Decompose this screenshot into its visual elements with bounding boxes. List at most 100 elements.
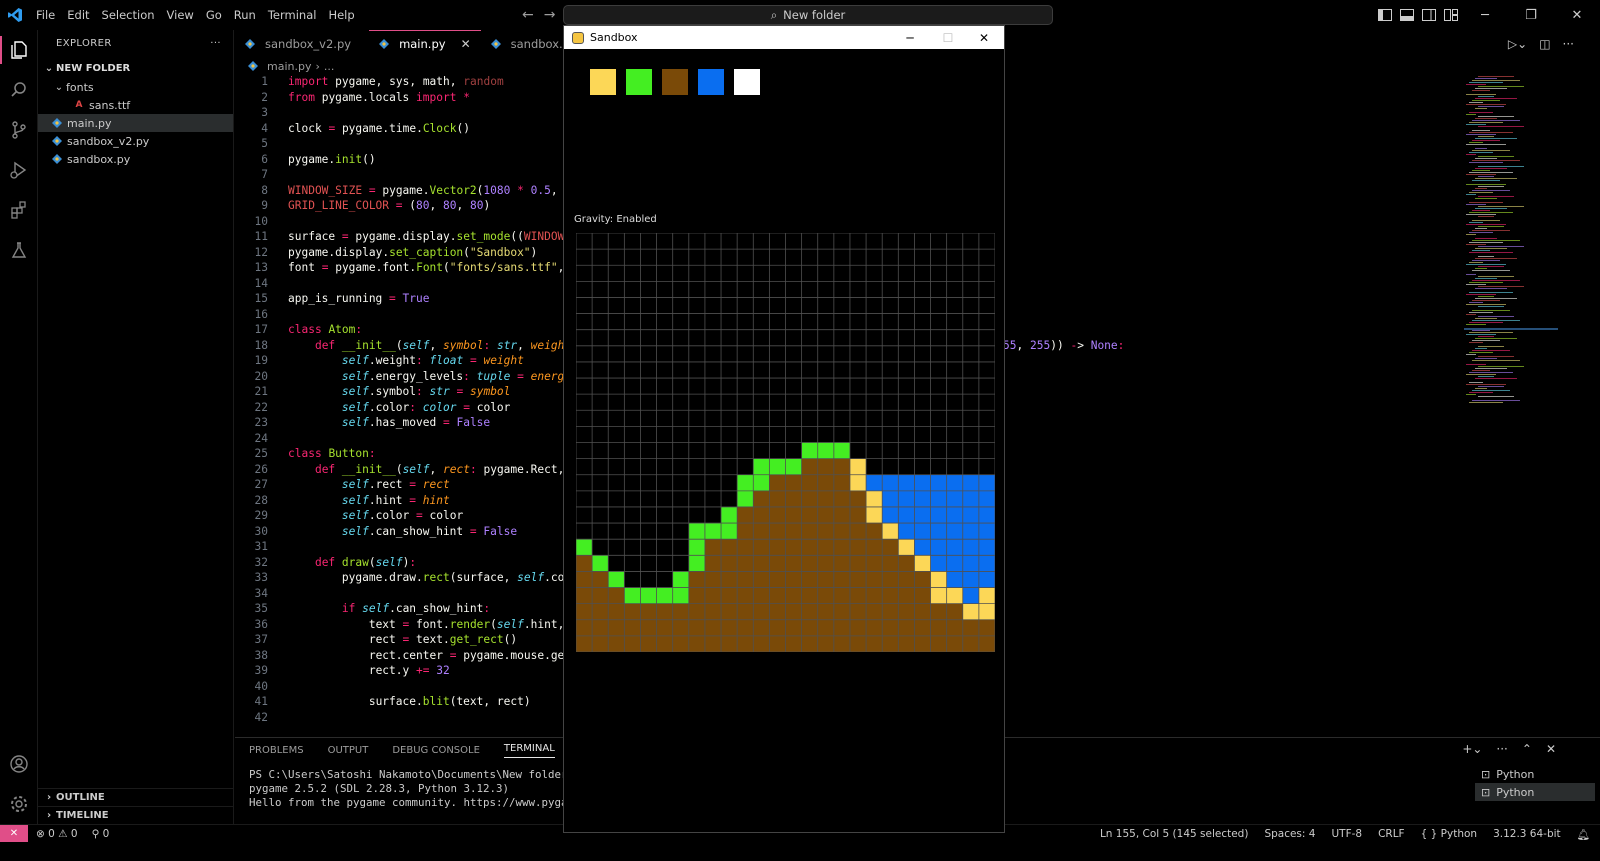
- extensions-icon[interactable]: [0, 190, 38, 230]
- grid-cell: [737, 474, 754, 491]
- grid-cell: [624, 587, 641, 604]
- grid-cell: [753, 458, 770, 475]
- menu-file[interactable]: File: [30, 0, 61, 30]
- color-swatch[interactable]: [698, 69, 724, 95]
- grid-cell: [914, 571, 931, 588]
- indentation[interactable]: Spaces: 4: [1264, 828, 1315, 840]
- language-mode[interactable]: { } Python: [1421, 828, 1477, 840]
- color-swatch[interactable]: [626, 69, 652, 95]
- grid-cell: [882, 619, 899, 636]
- grid-cell: [866, 603, 883, 620]
- new-terminal-icon[interactable]: +⌄: [1462, 742, 1482, 756]
- grid-cell: [962, 603, 979, 620]
- toggle-secondary-sidebar-icon[interactable]: [1418, 0, 1440, 30]
- outline-section[interactable]: › OUTLINE: [38, 788, 234, 806]
- end-of-line[interactable]: CRLF: [1378, 828, 1405, 840]
- breadcrumb-separator: ›: [315, 59, 320, 73]
- close-tab-icon[interactable]: ✕: [461, 37, 471, 51]
- panel-tab-output[interactable]: OUTPUT: [328, 745, 369, 756]
- toggle-panel-icon[interactable]: [1396, 0, 1418, 30]
- grid-cell: [785, 474, 802, 491]
- settings-gear-icon[interactable]: [0, 784, 38, 824]
- close-icon[interactable]: ✕: [1554, 0, 1600, 30]
- minimize-icon[interactable]: ─: [1462, 0, 1508, 30]
- minimize-icon[interactable]: ─: [892, 26, 928, 49]
- more-actions-icon[interactable]: ···: [210, 38, 221, 49]
- notifications-bell-icon[interactable]: 🔔︎: [1577, 828, 1590, 841]
- search-icon[interactable]: [0, 70, 38, 110]
- more-actions-icon[interactable]: ···: [1563, 37, 1574, 51]
- close-icon[interactable]: ✕: [966, 26, 1002, 49]
- grid-cell: [704, 635, 722, 652]
- grid-cell: [849, 555, 867, 572]
- run-file-icon[interactable]: ▷⌄: [1508, 37, 1527, 51]
- python-file-icon: [379, 39, 390, 49]
- explorer-icon[interactable]: [0, 30, 38, 70]
- maximize-panel-icon[interactable]: ⌃: [1522, 742, 1532, 756]
- breadcrumb-file[interactable]: main.py: [267, 60, 311, 73]
- grid-cell: [704, 555, 722, 572]
- minimap[interactable]: [1462, 74, 1558, 734]
- grid-cell: [801, 635, 818, 652]
- tab-sandbox-v2[interactable]: sandbox_v2.py: [235, 30, 361, 57]
- color-swatch[interactable]: [734, 69, 760, 95]
- color-swatch[interactable]: [590, 69, 616, 95]
- terminal-item[interactable]: ⊡ Python: [1475, 765, 1595, 783]
- grid-cell: [849, 587, 867, 604]
- accounts-icon[interactable]: [0, 744, 38, 784]
- menu-view[interactable]: View: [161, 0, 200, 30]
- grid-cell: [721, 603, 738, 620]
- tree-item-sandbox-v2-py[interactable]: sandbox_v2.py: [38, 132, 233, 150]
- menu-selection[interactable]: Selection: [96, 0, 161, 30]
- maximize-icon[interactable]: ☐: [930, 26, 966, 49]
- font-file-icon: A: [75, 100, 83, 110]
- more-actions-icon[interactable]: ···: [1496, 742, 1507, 756]
- tree-item-sandbox-py[interactable]: sandbox.py: [38, 150, 233, 168]
- timeline-section[interactable]: › TIMELINE: [38, 806, 234, 824]
- problems-status[interactable]: ⊗ 0 ⚠ 0: [36, 828, 78, 840]
- terminal-item[interactable]: ⊡ Python: [1475, 783, 1595, 801]
- grid-cell: [962, 506, 979, 524]
- tree-item-main-py[interactable]: main.py: [38, 114, 233, 132]
- grid-cell: [930, 506, 947, 524]
- forward-arrow-icon[interactable]: →: [544, 7, 556, 23]
- grid-cell: [866, 506, 883, 524]
- command-center[interactable]: ⌕ New folder: [563, 5, 1053, 25]
- menu-go[interactable]: Go: [200, 0, 228, 30]
- color-swatch[interactable]: [662, 69, 688, 95]
- encoding[interactable]: UTF-8: [1331, 828, 1362, 840]
- sandbox-grid[interactable]: [576, 233, 995, 652]
- remote-indicator-icon[interactable]: ✕: [0, 824, 28, 843]
- tree-item-fonts[interactable]: ⌄ fonts: [38, 78, 233, 96]
- breadcrumb-more[interactable]: ...: [324, 60, 335, 73]
- grid-cell: [866, 539, 883, 556]
- restore-icon[interactable]: ❐: [1508, 0, 1554, 30]
- grid-cell: [849, 619, 867, 636]
- panel-tab-problems[interactable]: PROBLEMS: [249, 745, 304, 756]
- editor-scrollbar[interactable]: [1558, 57, 1570, 737]
- grid-cell: [817, 523, 834, 540]
- close-panel-icon[interactable]: ✕: [1546, 742, 1556, 756]
- split-editor-icon[interactable]: ◫: [1539, 37, 1550, 51]
- menu-run[interactable]: Run: [228, 0, 262, 30]
- cursor-position[interactable]: Ln 155, Col 5 (145 selected): [1100, 828, 1248, 840]
- testing-flask-icon[interactable]: [0, 230, 38, 270]
- folder-new-folder[interactable]: ⌄ NEW FOLDER: [38, 58, 233, 78]
- source-control-icon[interactable]: [0, 110, 38, 150]
- grid-cell: [882, 490, 899, 507]
- run-debug-icon[interactable]: [0, 150, 38, 190]
- tree-item-sans-ttf[interactable]: A sans.ttf: [38, 96, 233, 114]
- grid-cell: [801, 523, 818, 540]
- grid-cell: [817, 555, 834, 572]
- menu-edit[interactable]: Edit: [61, 0, 95, 30]
- ports-status[interactable]: ⚲ 0: [92, 828, 110, 840]
- panel-tab-debug-console[interactable]: DEBUG CONSOLE: [392, 745, 480, 756]
- back-arrow-icon[interactable]: ←: [522, 7, 534, 23]
- panel-tab-terminal[interactable]: TERMINAL: [503, 743, 555, 758]
- menu-help[interactable]: Help: [322, 0, 360, 30]
- customize-layout-icon[interactable]: [1440, 0, 1462, 30]
- menu-terminal[interactable]: Terminal: [262, 0, 323, 30]
- python-interpreter[interactable]: 3.12.3 64-bit: [1493, 828, 1561, 840]
- tab-main[interactable]: main.py ✕: [369, 30, 481, 57]
- toggle-sidebar-icon[interactable]: [1374, 0, 1396, 30]
